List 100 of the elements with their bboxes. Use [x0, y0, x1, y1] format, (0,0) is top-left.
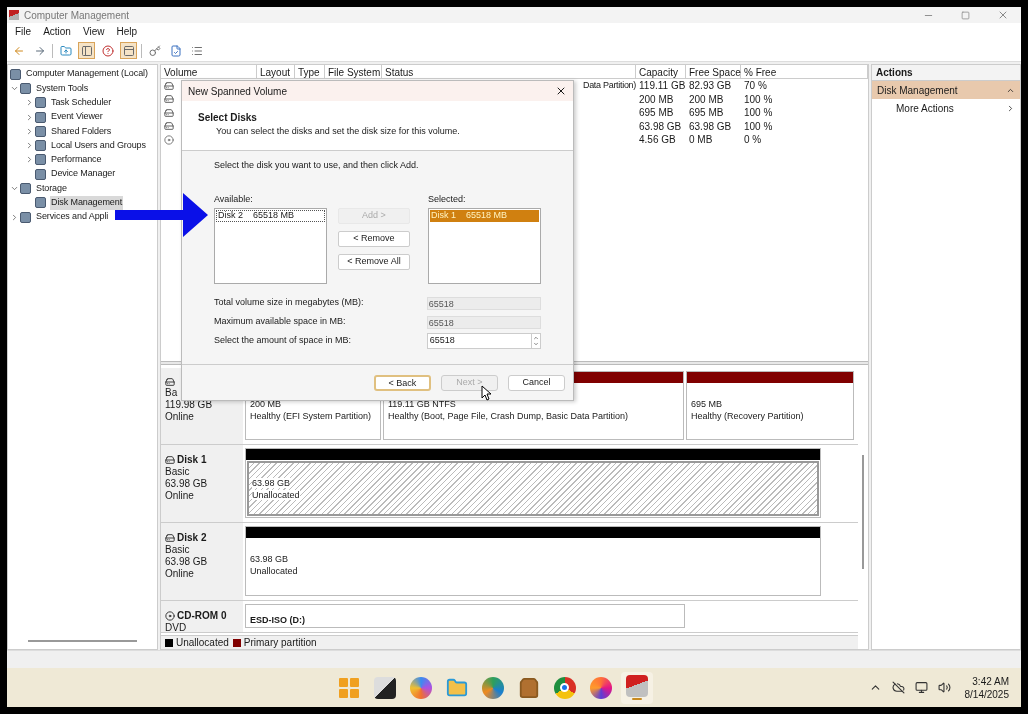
horizontal-scrollbar[interactable]: [28, 640, 137, 642]
folder-up-icon: [59, 44, 72, 57]
tree-item[interactable]: Services and Appli: [35, 210, 110, 224]
column-header[interactable]: Status: [382, 65, 636, 78]
field-label: Total volume size in megabytes (MB):: [214, 296, 365, 310]
actions-section[interactable]: Disk Management: [872, 81, 1020, 99]
toolbar-button[interactable]: [120, 42, 137, 59]
maximize-icon[interactable]: [961, 10, 970, 20]
field-label: Maximum available space in MB:: [214, 315, 347, 329]
column-header[interactable]: Free Space: [686, 65, 741, 78]
disk-label[interactable]: Disk 2 Basic 63.98 GB Online: [161, 523, 243, 600]
table-cell: 100 %: [744, 107, 773, 119]
expand-chevron-icon[interactable]: [9, 184, 19, 193]
column-header[interactable]: Type: [295, 65, 325, 78]
disk-label[interactable]: Disk 1 Basic 63.98 GB Online: [161, 445, 243, 522]
action-item[interactable]: More Actions: [872, 99, 1020, 117]
panel-icon: [122, 44, 135, 57]
column-header[interactable]: Capacity: [636, 65, 686, 78]
toolbar-button[interactable]: [78, 42, 95, 59]
table-cell: 695 MB: [689, 107, 724, 119]
menu-item[interactable]: Action: [43, 24, 71, 39]
tree-item[interactable]: Disk Management: [50, 196, 124, 210]
table-cell: 100 %: [744, 120, 773, 132]
tree-item[interactable]: Event Viewer: [50, 110, 104, 124]
list-item[interactable]: Disk 2 65518 MB: [216, 210, 326, 222]
dialog-button[interactable]: Cancel: [508, 374, 565, 391]
tree-item[interactable]: Task Scheduler: [50, 96, 113, 110]
disk-info: 63.98 GB: [165, 478, 209, 490]
partition-size: 695 MB: [691, 399, 723, 409]
speaker-icon[interactable]: [937, 681, 951, 694]
tree-item[interactable]: Local Users and Groups: [50, 138, 147, 153]
disk-list[interactable]: Disk 2 65518 MB: [214, 208, 328, 284]
cloud-off-icon[interactable]: [891, 681, 905, 694]
disk-info: 63.98 GB: [165, 556, 209, 568]
dialog-subtitle: You can select the disks and set the disk size for this volume.: [215, 125, 461, 138]
drive-icon: [164, 80, 174, 91]
disc-icon: [165, 611, 175, 621]
readonly-field: 65518: [426, 296, 541, 310]
disk-info: Online: [165, 568, 195, 580]
partition-status: Unallocated: [252, 490, 300, 500]
disk-info: Online: [165, 411, 195, 423]
disk-name: Disk 1: [177, 454, 207, 466]
partition-status: Healthy (Boot, Page File, Crash Dump, Basic Data Partition): [388, 411, 629, 421]
tree-item[interactable]: Shared Folders: [50, 124, 113, 139]
legend-label: Unallocated: [176, 636, 229, 649]
partition-size: 63.98 GB: [250, 554, 289, 564]
monitor-icon[interactable]: [914, 681, 928, 694]
table-cell: 695 MB: [639, 107, 674, 119]
computer-management-icon[interactable]: [625, 675, 648, 697]
list-label: Selected:: [427, 192, 467, 206]
spin-field[interactable]: 65518: [426, 333, 541, 349]
disk-info: Basic: [165, 544, 191, 556]
node-icon: [35, 140, 46, 152]
dialog-button[interactable]: < Back: [374, 374, 431, 391]
window-title: Computer Management: [24, 8, 130, 23]
clock[interactable]: 3:42 AM 8/14/2025: [964, 674, 1009, 701]
partition-block[interactable]: ESD-ISO (D:): [245, 604, 685, 628]
column-header[interactable]: Volume: [161, 65, 257, 78]
menu-item[interactable]: File: [15, 24, 32, 39]
toolbar-button[interactable]: [146, 42, 163, 59]
tree-item[interactable]: Computer Management (Local): [25, 67, 149, 81]
disk-name: Disk 2: [177, 532, 207, 544]
move-button[interactable]: < Remove All: [338, 253, 410, 270]
tree-item[interactable]: Performance: [50, 153, 103, 167]
partition-block[interactable]: 695 MB Healthy (Recovery Partition): [686, 371, 854, 440]
node-icon: [35, 154, 46, 166]
spin-arrows-icon[interactable]: [531, 334, 540, 348]
disk-info: Online: [165, 490, 195, 502]
partition-label: ESD-ISO (D:): [250, 614, 306, 626]
partition-block[interactable]: 63.98 GB Unallocated: [245, 448, 821, 518]
node-icon: [35, 97, 46, 109]
close-icon[interactable]: [555, 85, 567, 97]
column-header[interactable]: % Free: [741, 65, 868, 78]
menu-item[interactable]: View: [82, 24, 105, 39]
disc-icon: [164, 134, 174, 145]
node-icon: [35, 125, 46, 137]
move-button[interactable]: < Remove: [338, 230, 410, 247]
document-check-icon: [169, 44, 182, 57]
table-cell: 0 MB: [689, 134, 713, 146]
column-header[interactable]: Layout: [257, 65, 295, 78]
table-cell: 63.98 GB: [689, 120, 732, 132]
toolbar-button[interactable]: [99, 42, 116, 59]
disk-label[interactable]: CD-ROM 0 DVD: [161, 601, 243, 632]
actions-header: Actions: [872, 65, 1020, 81]
list-label: Available:: [214, 192, 254, 206]
disk-name: CD-ROM 0: [177, 610, 227, 622]
disk-info: Ba: [165, 387, 179, 399]
tree-item[interactable]: System Tools: [35, 81, 90, 96]
table-cell: 82.93 GB: [689, 80, 732, 92]
field-label: Select the amount of space in MB:: [214, 334, 353, 348]
partition-block[interactable]: 63.98 GB Unallocated: [245, 526, 821, 596]
tree-item[interactable]: Storage: [35, 181, 68, 196]
column-header[interactable]: File System: [325, 65, 382, 78]
partition-size: 63.98 GB: [252, 478, 291, 488]
readonly-field: 65518: [426, 315, 541, 329]
tree-item[interactable]: Device Manager: [50, 167, 117, 181]
dialog-title: New Spanned Volume: [188, 84, 288, 99]
menu-item[interactable]: Help: [116, 24, 137, 39]
drive-icon: [164, 94, 174, 105]
drive-icon: [165, 455, 175, 465]
